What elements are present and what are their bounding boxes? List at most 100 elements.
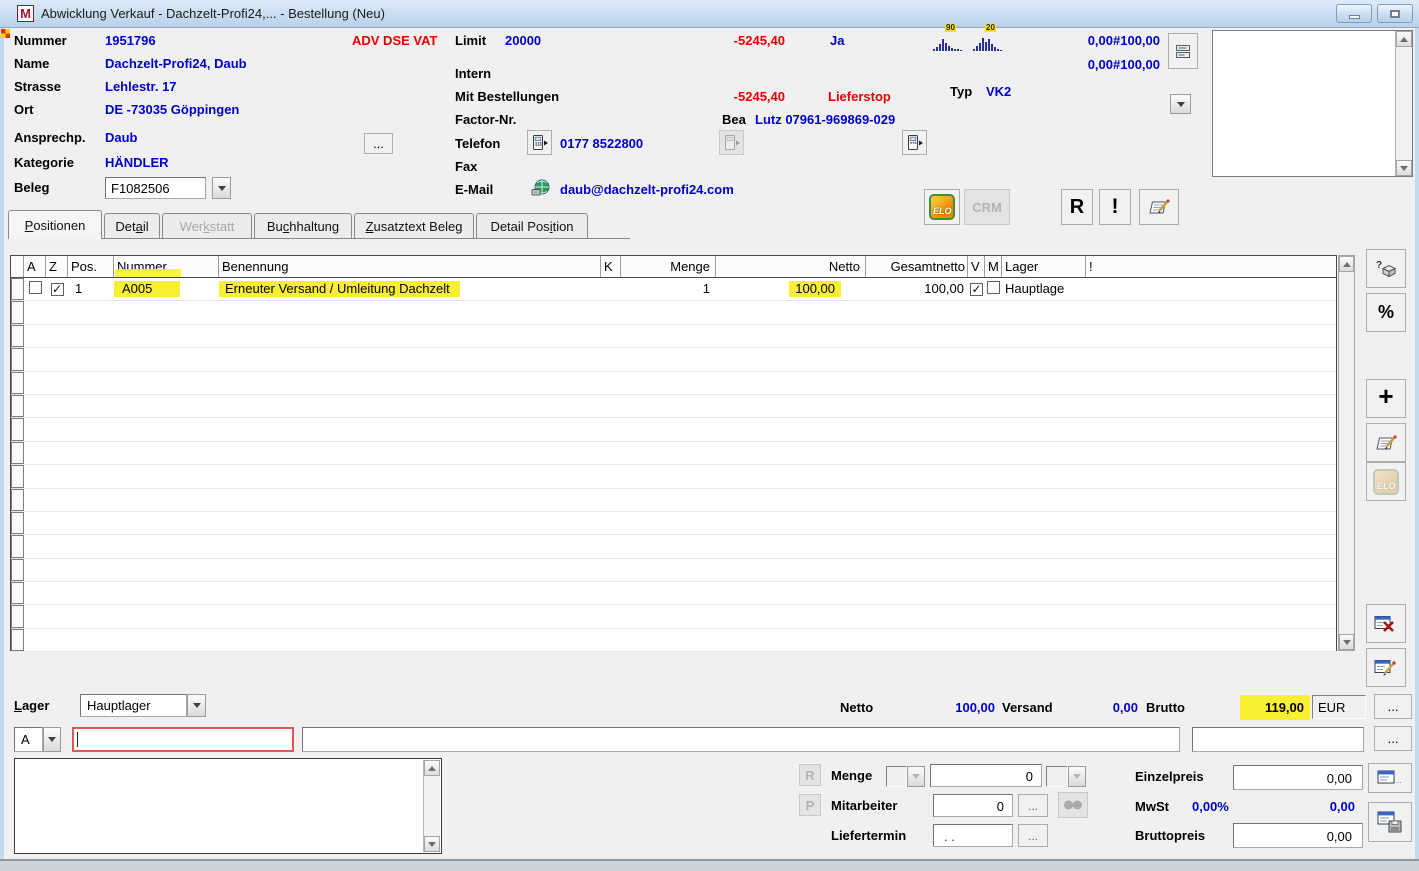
- cell-netto[interactable]: 100,00: [716, 278, 866, 300]
- row-selector[interactable]: [11, 441, 24, 465]
- table-empty-row[interactable]: [11, 441, 1336, 466]
- checkbox-m[interactable]: [987, 281, 1000, 294]
- scroll-down-button[interactable]: [424, 836, 440, 852]
- edit-text-button[interactable]: [1366, 423, 1406, 462]
- header-netto[interactable]: Netto: [716, 256, 866, 277]
- cell-k[interactable]: [601, 278, 621, 300]
- add-position-button[interactable]: +: [1366, 379, 1406, 418]
- row-selector[interactable]: [11, 628, 24, 652]
- table-empty-row[interactable]: [11, 324, 1336, 349]
- row-selector[interactable]: [11, 605, 24, 628]
- cell-v[interactable]: ✓: [968, 278, 985, 300]
- article-description-input[interactable]: [302, 727, 1180, 752]
- table-empty-row[interactable]: [11, 628, 1336, 653]
- row-selector[interactable]: [11, 465, 24, 488]
- tab-detail-position[interactable]: Detail Position: [476, 213, 588, 239]
- scroll-up-button[interactable]: [1396, 31, 1412, 47]
- article-number-input[interactable]: [72, 727, 294, 752]
- dial-phone-button[interactable]: [527, 130, 552, 155]
- row-selector[interactable]: [11, 371, 24, 394]
- row-selector[interactable]: [11, 324, 24, 348]
- table-row[interactable]: ✓ 1 A005 Erneuter Versand / Umleitung Da…: [11, 278, 1336, 302]
- note-edit-button[interactable]: [1139, 189, 1179, 225]
- checkbox-v[interactable]: ✓: [970, 283, 983, 296]
- table-empty-row[interactable]: [11, 535, 1336, 559]
- header-benennung[interactable]: Benennung: [219, 256, 601, 277]
- longtext-scrollbar[interactable]: [423, 760, 440, 852]
- notes-listbox[interactable]: [1212, 30, 1413, 177]
- table-empty-row[interactable]: [11, 348, 1336, 372]
- send-email-button[interactable]: [529, 177, 552, 198]
- row-selector[interactable]: [11, 582, 24, 605]
- row-selector[interactable]: [11, 301, 24, 324]
- header-lager[interactable]: Lager: [1002, 256, 1086, 277]
- article-search-button[interactable]: ?: [1366, 249, 1406, 288]
- postype-dropdown-button[interactable]: [43, 727, 61, 752]
- scroll-down-button[interactable]: [1396, 160, 1412, 176]
- header-menge[interactable]: Menge: [621, 256, 716, 277]
- checkbox-a[interactable]: [28, 281, 42, 294]
- tab-positionen[interactable]: Positionen: [8, 210, 102, 239]
- einzelpreis-input[interactable]: 0,00: [1233, 765, 1363, 790]
- cell-gesamtnetto[interactable]: 100,00: [866, 278, 968, 300]
- discount-button[interactable]: %: [1366, 293, 1406, 332]
- tab-buchhaltung[interactable]: Buchhaltung: [254, 213, 352, 239]
- row-selector[interactable]: [11, 488, 24, 511]
- header-gesamtnetto[interactable]: Gesamtnetto: [866, 256, 968, 277]
- header-m[interactable]: M: [985, 256, 1002, 277]
- mitarbeiter-input[interactable]: 0: [933, 794, 1013, 817]
- tab-zusatztext-beleg[interactable]: Zusatztext Beleg: [354, 213, 474, 239]
- table-empty-row[interactable]: [11, 605, 1336, 629]
- row-selector[interactable]: [11, 511, 24, 535]
- scroll-up-button[interactable]: [424, 760, 440, 776]
- cell-lager[interactable]: Hauptlage: [1002, 278, 1086, 300]
- cell-nummer[interactable]: A005: [114, 278, 219, 300]
- delete-position-button[interactable]: [1366, 604, 1406, 643]
- table-empty-row[interactable]: [11, 511, 1336, 536]
- rabatt-button[interactable]: R: [1061, 189, 1093, 225]
- lager-dropdown-button[interactable]: [187, 694, 206, 717]
- beleg-dropdown-button[interactable]: [212, 177, 231, 199]
- cell-z[interactable]: ✓: [46, 278, 68, 300]
- header-excl[interactable]: !: [1086, 256, 1336, 277]
- row-selector[interactable]: [11, 278, 24, 301]
- header-a[interactable]: A: [24, 256, 46, 277]
- row-selector[interactable]: [11, 535, 24, 558]
- cell-excl[interactable]: [1086, 278, 1336, 300]
- cell-m[interactable]: [985, 278, 1002, 300]
- scroll-up-button[interactable]: [1339, 256, 1354, 272]
- article-extra-input[interactable]: [1192, 727, 1364, 752]
- tab-detail[interactable]: Detail: [104, 213, 160, 239]
- table-empty-row[interactable]: [11, 465, 1336, 489]
- scroll-down-button[interactable]: [1339, 634, 1354, 650]
- header-v[interactable]: V: [968, 256, 985, 277]
- restore-button[interactable]: [1377, 4, 1413, 23]
- menge-input[interactable]: 0: [930, 764, 1042, 787]
- article-more-button[interactable]: ...: [1374, 726, 1412, 751]
- cell-benennung[interactable]: Erneuter Versand / Umleitung Dachzelt: [219, 278, 601, 300]
- table-empty-row[interactable]: [11, 488, 1336, 512]
- price-list-button[interactable]: ...: [1368, 763, 1412, 793]
- position-longtext-area[interactable]: [14, 758, 442, 854]
- cell-pos[interactable]: 1: [68, 278, 114, 300]
- warning-button[interactable]: !: [1099, 189, 1131, 225]
- dial-phone3-button[interactable]: [902, 130, 927, 155]
- table-empty-row[interactable]: [11, 582, 1336, 606]
- liefertermin-more-button[interactable]: ...: [1018, 824, 1048, 847]
- typ-dropdown-button[interactable]: [1170, 94, 1191, 114]
- header-pos[interactable]: Pos.: [68, 256, 114, 277]
- row-selector[interactable]: [11, 418, 24, 441]
- save-position-button[interactable]: [1368, 802, 1412, 842]
- beleg-combobox[interactable]: F1082506: [105, 177, 206, 199]
- table-empty-row[interactable]: [11, 394, 1336, 419]
- mitarbeiter-more-button[interactable]: ...: [1018, 794, 1048, 817]
- lager-combobox[interactable]: Hauptlager: [80, 694, 187, 717]
- table-scrollbar[interactable]: [1338, 255, 1355, 651]
- postype-combobox[interactable]: A: [14, 727, 43, 752]
- list-view-button[interactable]: [1168, 33, 1198, 69]
- table-empty-row[interactable]: [11, 558, 1336, 583]
- checkbox-z[interactable]: ✓: [50, 283, 64, 296]
- minimize-button[interactable]: [1336, 4, 1372, 23]
- elo-button[interactable]: ELO: [924, 189, 960, 225]
- currency-field[interactable]: EUR: [1312, 695, 1366, 719]
